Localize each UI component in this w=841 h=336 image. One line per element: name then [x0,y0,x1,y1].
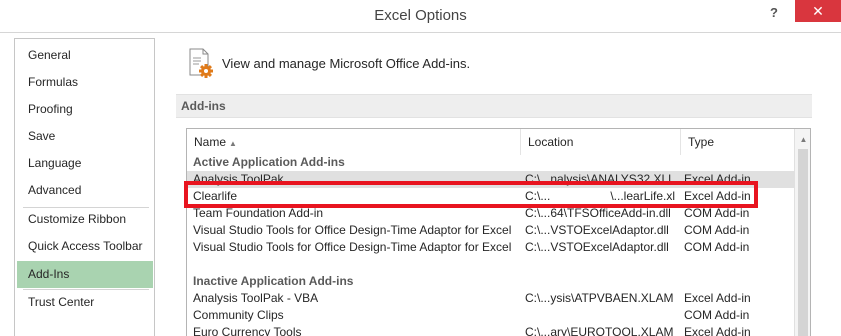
cell-location: C:\...VSTOExcelAdaptor.dll [525,223,669,237]
cell-type: Excel Add-in [684,325,751,336]
cell-name: Analysis ToolPak - VBA [193,291,319,305]
scroll-thumb[interactable] [798,149,808,336]
sidebar-item-quick-access-toolbar[interactable]: Quick Access Toolbar [17,233,153,260]
title-bar: Excel Options ? ✕ [0,0,841,32]
sort-ascending-icon: ▲ [229,139,237,148]
options-sidebar: General Formulas Proofing Save Language … [14,38,155,336]
cell-type: Excel Add-in [684,291,751,305]
sidebar-item-proofing[interactable]: Proofing [17,96,153,123]
column-header-name[interactable]: Name ▲ [187,129,521,155]
sidebar-item-trust-center[interactable]: Trust Center [17,289,153,316]
cell-type: COM Add-in [684,308,750,322]
cell-location: C:\...VSTOExcelAdaptor.dll [525,240,669,254]
group-header-inactive: Inactive Application Add-ins [193,274,354,288]
title-divider [0,32,841,33]
table-row[interactable]: Euro Currency Tools C:\...ary\EUROTOOL.X… [187,324,794,336]
window-title: Excel Options [374,7,467,24]
highlight-annotation [184,181,758,208]
vertical-scrollbar[interactable]: ▲ [794,129,810,336]
sidebar-item-language[interactable]: Language [17,150,153,177]
cell-location: C:\...ysis\ATPVBAEN.XLAM [525,291,674,305]
sidebar-item-advanced[interactable]: Advanced [17,177,153,204]
cell-name: Community Clips [193,308,284,322]
sidebar-item-add-ins[interactable]: Add-Ins [17,261,153,288]
section-title: Add-ins [181,99,226,113]
table-row[interactable]: Analysis ToolPak - VBA C:\...ysis\ATPVBA… [187,290,794,307]
cell-type: COM Add-in [684,223,750,237]
sidebar-item-save[interactable]: Save [17,123,153,150]
column-label-name: Name [194,135,227,149]
page-heading: View and manage Microsoft Office Add-ins… [222,56,471,71]
column-header-type[interactable]: Type [681,129,794,155]
cell-name: Euro Currency Tools [193,325,302,336]
cell-name: Visual Studio Tools for Office Design-Ti… [193,223,512,237]
group-header-active: Active Application Add-ins [193,155,345,169]
sidebar-item-customize-ribbon[interactable]: Customize Ribbon [17,206,153,233]
cell-type: COM Add-in [684,240,750,254]
section-header: Add-ins [176,94,812,118]
addins-gear-icon [189,48,213,78]
sidebar-item-general[interactable]: General [17,42,153,69]
cell-location: C:\...ary\EUROTOOL.XLAM [525,325,674,336]
help-button[interactable]: ? [762,3,786,25]
scroll-up-icon[interactable]: ▲ [795,135,810,144]
table-row[interactable]: Visual Studio Tools for Office Design-Ti… [187,222,794,239]
addins-table: Name ▲ Location Type Active Application A… [186,128,811,336]
close-button[interactable]: ✕ [795,0,841,22]
table-row[interactable]: Community Clips COM Add-in [187,307,794,324]
table-row[interactable]: Visual Studio Tools for Office Design-Ti… [187,239,794,256]
column-header-location[interactable]: Location [521,129,681,155]
cell-name: Visual Studio Tools for Office Design-Ti… [193,240,512,254]
sidebar-item-formulas[interactable]: Formulas [17,69,153,96]
